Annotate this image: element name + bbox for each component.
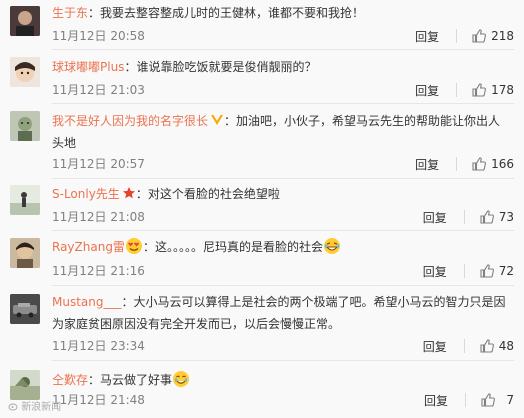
comment-timestamp: 11月12日 21:03	[52, 83, 145, 97]
reply-button[interactable]: 回复	[423, 263, 447, 280]
comment-actions: 回复 166	[415, 156, 514, 172]
comment-actions: 回复 72	[423, 263, 514, 279]
comment-timestamp: 11月12日 20:58	[52, 29, 145, 43]
like-count: 7	[506, 393, 514, 407]
comment-text: 谁说靠脸吃饭就要是俊俏靓丽的？	[136, 60, 317, 74]
vip-badge-icon	[211, 115, 224, 125]
thumbs-up-icon[interactable]	[471, 28, 487, 44]
comment-actions: 回复 218	[415, 28, 514, 44]
username-link[interactable]: 我不是好人因为我的名字很长	[52, 114, 208, 128]
reply-button[interactable]: 回复	[423, 209, 447, 226]
reply-button[interactable]: 回复	[423, 338, 447, 355]
watermark-text: 新浪新闻	[21, 402, 62, 413]
comment-actions: 回复 7	[424, 392, 514, 408]
like-count: 73	[498, 210, 514, 224]
separator: ：	[135, 187, 148, 201]
sina-logo-icon	[8, 403, 18, 411]
comment-text: 对这个看脸的社会绝望啦	[147, 187, 280, 201]
comment-text: 我要去整容整成儿时的王健林，谁都不要和我抢！	[100, 6, 365, 20]
thumbs-up-icon[interactable]	[479, 263, 495, 279]
avatar[interactable]	[10, 294, 40, 324]
comment-item: 生于东：我要去整容整成儿时的王健林，谁都不要和我抢！ 11月12日 20:58 …	[0, 0, 524, 50]
comment-content: 我不是好人因为我的名字很长 ：加油吧，小伙子，希望马云先生的帮助能让你出人	[52, 110, 510, 132]
thumbs-up-icon[interactable]	[471, 156, 487, 172]
comment-content: 球球嘟嘟Plus：谁说靠脸吃饭就要是俊俏靓丽的？	[52, 56, 510, 78]
action-divider	[465, 393, 466, 407]
thumbs-up-icon[interactable]	[479, 209, 495, 225]
separator: ：	[142, 240, 155, 254]
action-divider	[456, 157, 458, 171]
comment-item: Mustang___：大小马云可以算得上是社会的两个极端了吧。希望小马云的智力只…	[0, 288, 524, 361]
reply-button[interactable]: 回复	[415, 28, 439, 45]
reply-button[interactable]: 回复	[415, 156, 439, 173]
watermark: 新浪新闻	[8, 398, 61, 413]
comment-content: S-Lonly先生 ：对这个看脸的社会绝望啦	[52, 183, 510, 205]
comment-timestamp: 11月12日 21:08	[52, 210, 145, 224]
divider	[52, 230, 514, 231]
username-link[interactable]: RayZhang雷	[52, 240, 125, 254]
comment-text: 大小马云可以算得上是社会的两个极端了吧。希望小马云的智力只是因	[133, 295, 506, 309]
avatar[interactable]	[10, 6, 40, 36]
divider	[52, 285, 514, 286]
separator: ：	[88, 6, 101, 20]
comment-actions: 回复 48	[423, 338, 514, 354]
action-divider	[456, 83, 458, 97]
heart-eyes-emoji-icon	[125, 238, 142, 254]
comment-text: 马云做了好事	[100, 373, 173, 387]
laughing-emoji-icon	[323, 238, 340, 254]
comment-item: 仝歎存：马云做了好事 11月12日 21:48 回复 7	[0, 362, 524, 418]
avatar[interactable]	[10, 370, 40, 400]
comment-content: RayZhang雷 ：这。。。。。尼玛真的是看脸的社会	[52, 236, 510, 258]
comment-list: 生于东：我要去整容整成儿时的王健林，谁都不要和我抢！ 11月12日 20:58 …	[0, 0, 524, 418]
comment-content: 仝歎存：马云做了好事	[52, 369, 510, 391]
like-count: 218	[491, 29, 514, 43]
comment-item: S-Lonly先生 ：对这个看脸的社会绝望啦 11月12日 21:08 回复 73	[0, 180, 524, 231]
reply-button[interactable]: 回复	[415, 82, 439, 99]
comment-text: 这。。。。。尼玛真的是看脸的社会	[154, 240, 323, 254]
like-count: 166	[491, 157, 514, 171]
like-count: 48	[498, 339, 514, 353]
username-link[interactable]: 球球嘟嘟Plus	[52, 60, 124, 74]
avatar[interactable]	[10, 238, 40, 268]
separator: ：	[121, 295, 134, 309]
username-link[interactable]: 生于东	[52, 6, 88, 20]
action-divider	[456, 29, 458, 43]
divider	[52, 360, 514, 361]
action-divider	[463, 264, 465, 278]
username-link[interactable]: 仝歎存	[52, 373, 88, 387]
avatar[interactable]	[10, 185, 40, 215]
like-count: 178	[491, 83, 514, 97]
username-link[interactable]: S-Lonly先生	[52, 187, 120, 201]
comment-text-continued: 为家庭贫困原因没有完全开发而已，以后会慢慢正常。	[52, 317, 341, 331]
star-badge-icon	[122, 187, 135, 199]
comment-content: 生于东：我要去整容整成儿时的王健林，谁都不要和我抢！	[52, 2, 510, 24]
separator: ：	[88, 373, 101, 387]
comment-actions: 回复 73	[423, 209, 514, 225]
comment-item: 我不是好人因为我的名字很长 ：加油吧，小伙子，希望马云先生的帮助能让你出人 头地 …	[0, 104, 524, 179]
separator: ：	[224, 114, 237, 128]
comment-timestamp: 11月12日 20:57	[52, 157, 145, 171]
action-divider	[463, 339, 465, 353]
action-divider	[463, 210, 465, 224]
comment-content: Mustang___：大小马云可以算得上是社会的两个极端了吧。希望小马云的智力只…	[52, 291, 510, 313]
reply-button[interactable]: 回复	[424, 392, 448, 409]
comment-item: RayZhang雷 ：这。。。。。尼玛真的是看脸的社会 11月12日 21:16 …	[0, 232, 524, 286]
comment-timestamp: 11月12日 23:34	[52, 339, 145, 353]
divider	[52, 178, 514, 179]
avatar[interactable]	[10, 111, 40, 141]
comment-text: 加油吧，小伙子，希望马云先生的帮助能让你出人	[236, 114, 501, 128]
avatar[interactable]	[10, 57, 40, 87]
comment-text-continued: 头地	[52, 136, 77, 150]
comment-timestamp: 11月12日 21:48	[52, 393, 145, 407]
thumbs-up-icon[interactable]	[471, 82, 487, 98]
comment-actions: 回复 178	[415, 82, 514, 98]
thumbs-up-icon[interactable]	[479, 338, 495, 354]
crying-laughing-emoji-icon	[173, 371, 190, 387]
comment-item: 球球嘟嘟Plus：谁说靠脸吃饭就要是俊俏靓丽的？ 11月12日 21:03 回复…	[0, 50, 524, 104]
comment-timestamp: 11月12日 21:16	[52, 264, 145, 278]
thumbs-up-icon[interactable]	[480, 392, 496, 408]
like-count: 72	[498, 264, 514, 278]
separator: ：	[124, 60, 137, 74]
username-link[interactable]: Mustang___	[52, 295, 122, 309]
